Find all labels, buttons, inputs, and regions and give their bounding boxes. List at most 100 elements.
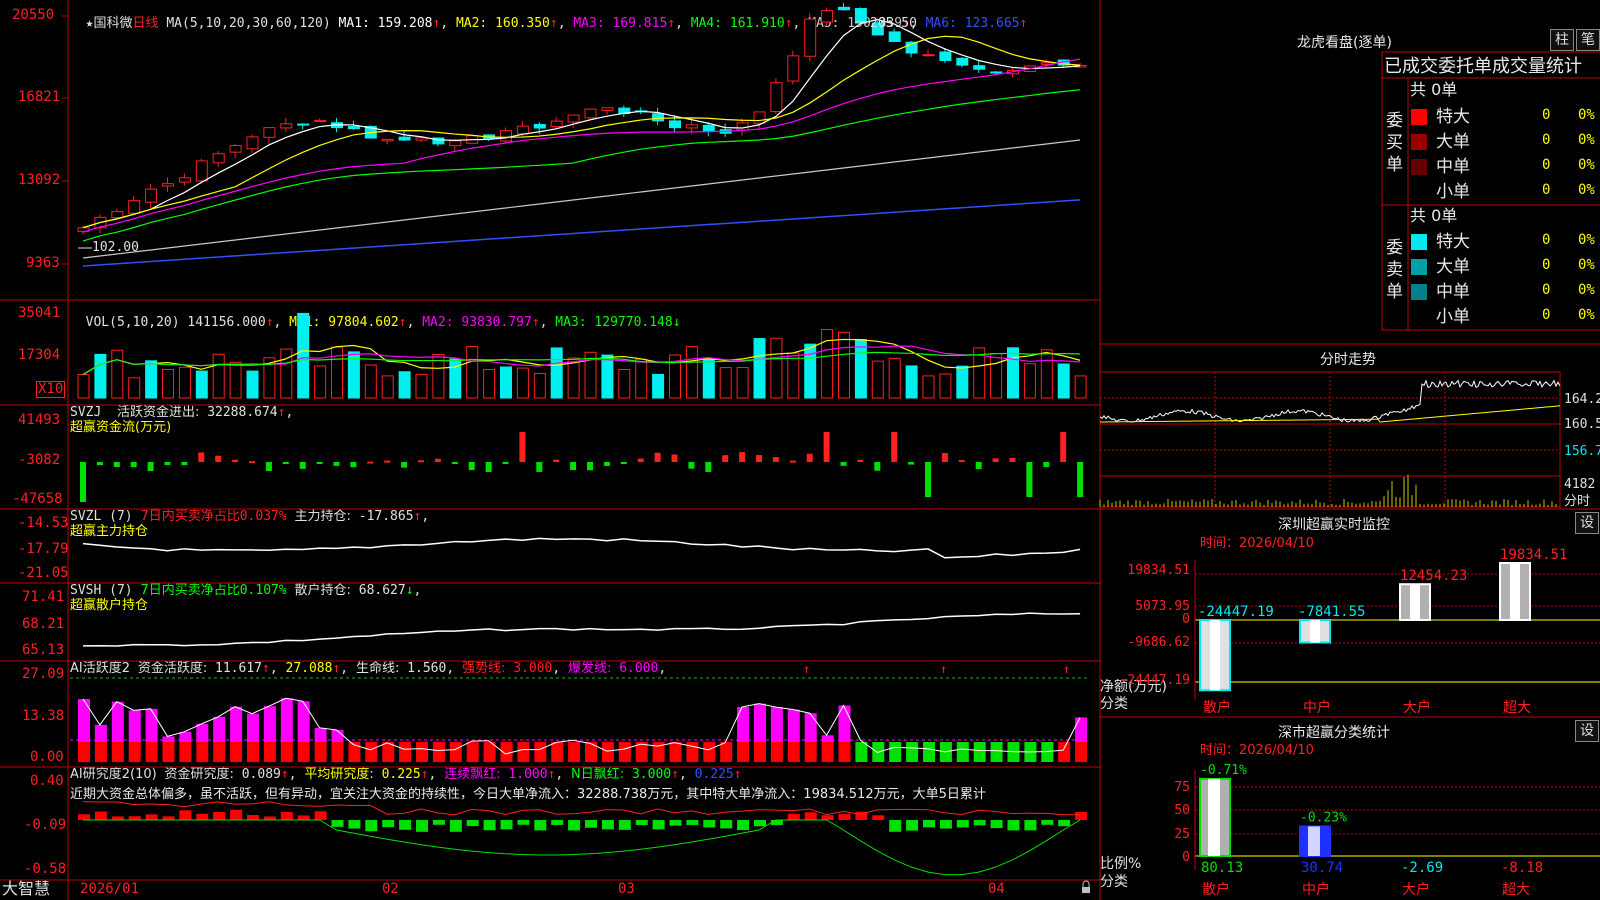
research-bar[interactable] <box>804 812 817 820</box>
research-bar[interactable] <box>551 820 564 825</box>
candle[interactable] <box>854 8 867 24</box>
research-bar[interactable] <box>162 816 175 820</box>
volume-bar[interactable] <box>922 375 935 399</box>
fund-flow-bar[interactable] <box>147 462 154 471</box>
research-bar[interactable] <box>618 820 631 830</box>
research-bar[interactable] <box>466 820 479 827</box>
research-bar[interactable] <box>973 820 986 826</box>
candle[interactable] <box>804 18 817 57</box>
fund-flow-bar[interactable] <box>891 432 898 462</box>
active-bar[interactable] <box>162 736 175 742</box>
candle[interactable] <box>246 136 259 150</box>
volume-bar[interactable] <box>567 357 580 399</box>
candle[interactable] <box>567 114 580 123</box>
fund-flow-bar[interactable] <box>992 458 999 462</box>
candle[interactable] <box>685 124 698 129</box>
research-bar[interactable] <box>1058 820 1071 827</box>
research-bar[interactable] <box>213 811 226 820</box>
research-bar[interactable] <box>500 820 513 830</box>
active-bar[interactable] <box>94 724 107 742</box>
fund-flow-bar[interactable] <box>299 462 306 469</box>
fund-flow-bar[interactable] <box>536 462 543 472</box>
volume-bar[interactable] <box>804 343 817 399</box>
research-bar[interactable] <box>128 816 141 820</box>
fund-flow-bar[interactable] <box>181 462 188 466</box>
fund-flow-bar[interactable] <box>333 462 340 466</box>
candle[interactable] <box>702 124 715 133</box>
volume-bar[interactable] <box>838 331 850 399</box>
candle[interactable] <box>956 57 969 66</box>
research-bar[interactable] <box>314 811 327 820</box>
fund-flow-bar[interactable] <box>215 455 222 462</box>
candle[interactable] <box>145 188 158 203</box>
fund-flow-bar[interactable] <box>925 462 931 497</box>
candle[interactable] <box>516 125 529 135</box>
volume-bar[interactable] <box>1057 363 1070 399</box>
active-bar[interactable] <box>230 706 243 742</box>
research-bar[interactable] <box>331 820 344 827</box>
candle[interactable] <box>584 108 597 119</box>
volume-bar[interactable] <box>212 353 225 399</box>
fund-flow-bar[interactable] <box>570 462 577 471</box>
fund-flow-bar[interactable] <box>198 452 205 462</box>
fund-flow-bar[interactable] <box>958 460 965 463</box>
active-bar[interactable] <box>111 701 124 742</box>
active-bar[interactable] <box>247 713 259 742</box>
research-bar[interactable] <box>939 820 952 829</box>
volume-bar[interactable] <box>888 357 901 399</box>
fund-flow-bar[interactable] <box>722 455 729 462</box>
fund-flow-bar[interactable] <box>384 460 391 463</box>
candle[interactable] <box>601 107 614 111</box>
volume-bar[interactable] <box>939 373 952 399</box>
research-bar[interactable] <box>635 820 648 826</box>
research-bar[interactable] <box>568 820 581 831</box>
research-bar[interactable] <box>720 820 733 829</box>
fund-flow-bar[interactable] <box>806 453 813 462</box>
research-bar[interactable] <box>956 820 969 828</box>
candle[interactable] <box>398 136 411 141</box>
candle[interactable] <box>990 71 1003 74</box>
volume-bar[interactable] <box>297 312 310 399</box>
active-bar[interactable] <box>1075 717 1088 742</box>
fund-flow-bar[interactable] <box>654 452 661 462</box>
research-bar[interactable] <box>652 820 665 830</box>
research-bar[interactable] <box>923 820 935 828</box>
volume-bar[interactable] <box>905 365 918 399</box>
volume-bar[interactable] <box>246 370 259 399</box>
fund-flow-bar[interactable] <box>316 462 323 464</box>
fund-flow-bar[interactable] <box>113 462 120 468</box>
research-bar[interactable] <box>399 820 412 830</box>
fund-flow-bar[interactable] <box>232 459 239 462</box>
fund-flow-bar[interactable] <box>637 458 644 462</box>
fund-flow-bar[interactable] <box>249 461 255 464</box>
volume-bar[interactable] <box>1074 375 1087 399</box>
fund-flow-bar[interactable] <box>1043 462 1050 468</box>
candle[interactable] <box>128 200 141 214</box>
volume-bar[interactable] <box>1023 363 1036 399</box>
fund-flow-bar[interactable] <box>823 432 830 462</box>
active-bar[interactable] <box>128 710 141 742</box>
candle[interactable] <box>550 120 563 128</box>
fund-flow-bar[interactable] <box>857 459 864 462</box>
volume-bar[interactable] <box>956 365 969 399</box>
research-bar[interactable] <box>737 820 750 831</box>
volume-bar[interactable] <box>483 369 496 399</box>
volume-bar[interactable] <box>1040 349 1053 399</box>
active-bar[interactable] <box>821 735 834 742</box>
research-bar[interactable] <box>196 813 209 820</box>
fund-flow-bar[interactable] <box>1060 432 1067 462</box>
fund-flow-bar[interactable] <box>789 460 796 463</box>
candle[interactable] <box>669 120 681 129</box>
candle[interactable] <box>178 177 191 183</box>
fund-flow-bar[interactable] <box>350 462 357 468</box>
candle[interactable] <box>922 54 935 57</box>
fund-flow-bar[interactable] <box>502 462 509 464</box>
volume-bar[interactable] <box>854 339 867 399</box>
active-bar[interactable] <box>754 703 766 742</box>
volume-bar[interactable] <box>736 367 749 399</box>
volume-bar[interactable] <box>398 371 411 399</box>
fund-flow-bar[interactable] <box>688 462 695 469</box>
volume-bar[interactable] <box>601 354 614 399</box>
volume-bar[interactable] <box>753 338 766 399</box>
fund-flow-bar[interactable] <box>874 462 881 471</box>
